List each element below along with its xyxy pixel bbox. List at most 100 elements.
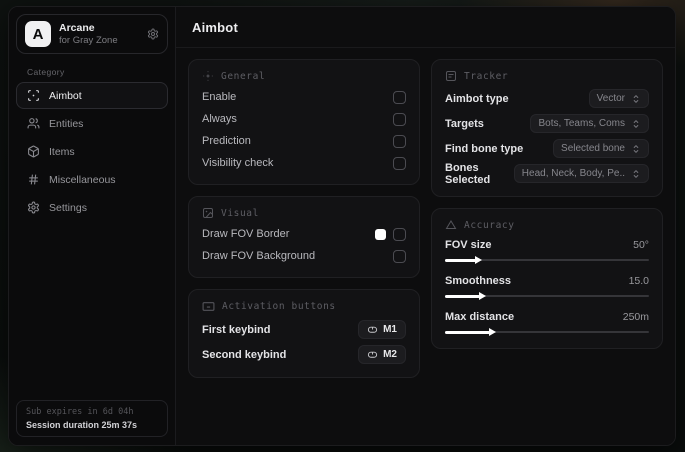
setting-label: Max distance bbox=[445, 311, 515, 323]
second-keybind-button[interactable]: M2 bbox=[358, 345, 406, 364]
setting-label: Always bbox=[202, 113, 237, 125]
chevrons-up-down-icon bbox=[631, 94, 641, 104]
setting-row: Enable bbox=[202, 86, 406, 108]
setting-label: Draw FOV Border bbox=[202, 228, 290, 240]
accuracy-card: Accuracy FOV size 50° Smoothness 15.0 Ma… bbox=[431, 208, 663, 349]
setting-row: Always bbox=[202, 108, 406, 130]
fov-border-color-swatch[interactable] bbox=[375, 228, 386, 240]
keybind-value: M1 bbox=[383, 324, 397, 335]
sidebar-item-label: Aimbot bbox=[49, 89, 82, 102]
setting-label: Enable bbox=[202, 91, 237, 103]
chevrons-up-down-icon bbox=[631, 169, 641, 179]
slider-fill bbox=[445, 256, 482, 264]
triangle-icon bbox=[445, 219, 457, 231]
sidebar-item-settings[interactable]: Settings bbox=[16, 194, 168, 221]
gear-icon bbox=[27, 201, 40, 214]
visual-card: Visual Draw FOV Border Draw FOV Backgrou… bbox=[188, 196, 420, 278]
setting-row: Bones Selected Head, Neck, Body, Pe.. bbox=[445, 161, 649, 186]
sidebar-item-items[interactable]: Items bbox=[16, 138, 168, 165]
setting-label: First keybind bbox=[202, 323, 271, 336]
left-column: General Enable Always Prediction Visibil… bbox=[188, 59, 420, 378]
enable-checkbox[interactable] bbox=[393, 90, 406, 104]
select-value: Vector bbox=[596, 93, 625, 104]
crosshair-scan-icon bbox=[27, 89, 40, 102]
image-icon bbox=[202, 207, 214, 219]
sidebar-item-label: Miscellaneous bbox=[49, 173, 116, 186]
app-subtitle: for Gray Zone bbox=[59, 35, 118, 46]
chevrons-up-down-icon bbox=[631, 119, 641, 129]
category-label: Category bbox=[27, 67, 65, 77]
setting-row: Draw FOV Border bbox=[202, 223, 406, 245]
setting-row: Draw FOV Background bbox=[202, 245, 406, 267]
setting-label: Find bone type bbox=[445, 142, 524, 155]
hash-grid-icon bbox=[27, 173, 40, 186]
users-icon bbox=[27, 117, 40, 130]
content-area: General Enable Always Prediction Visibil… bbox=[176, 48, 675, 389]
setting-row: Second keybind M2 bbox=[202, 342, 406, 367]
section-title: Tracker bbox=[464, 70, 509, 82]
setting-label: Second keybind bbox=[202, 348, 287, 361]
slider-value: 50° bbox=[633, 239, 649, 251]
draw-fov-border-checkbox[interactable] bbox=[393, 227, 406, 241]
fov-size-slider[interactable] bbox=[445, 256, 649, 264]
targets-select[interactable]: Bots, Teams, Coms bbox=[530, 114, 649, 133]
slider-value: 15.0 bbox=[628, 275, 649, 287]
setting-label: Smoothness bbox=[445, 275, 512, 287]
find-bone-type-select[interactable]: Selected bone bbox=[553, 139, 649, 158]
setting-label: Draw FOV Background bbox=[202, 250, 316, 262]
slider-setting: FOV size 50° bbox=[445, 235, 649, 264]
sub-expiry-text: Sub expires in 6d 04h bbox=[26, 407, 134, 417]
page-title: Aimbot bbox=[192, 19, 238, 35]
setting-label: Bones Selected bbox=[445, 161, 491, 186]
mouse-icon bbox=[367, 324, 378, 335]
app-logo: A bbox=[25, 21, 51, 47]
sidebar-nav: Aimbot Entities Items Miscellaneous Sett… bbox=[16, 82, 168, 221]
section-title: Accuracy bbox=[464, 219, 515, 231]
sidebar-item-label: Settings bbox=[49, 201, 87, 214]
setting-label: Targets bbox=[445, 117, 484, 130]
dotted-crosshair-icon bbox=[202, 70, 214, 82]
general-card: General Enable Always Prediction Visibil… bbox=[188, 59, 420, 185]
prediction-checkbox[interactable] bbox=[393, 134, 406, 148]
main-header: Aimbot bbox=[176, 7, 675, 48]
setting-row: First keybind M1 bbox=[202, 317, 406, 342]
tracker-card: Tracker Aimbot type Vector Targets Bots,… bbox=[431, 59, 663, 197]
draw-fov-background-checkbox[interactable] bbox=[393, 249, 406, 263]
brand-card: A Arcane for Gray Zone bbox=[16, 14, 168, 54]
sidebar-item-aimbot[interactable]: Aimbot bbox=[16, 82, 168, 109]
sidebar-item-label: Entities bbox=[49, 117, 84, 130]
aimbot-type-select[interactable]: Vector bbox=[588, 89, 649, 108]
list-box-icon bbox=[445, 70, 457, 82]
sidebar-item-entities[interactable]: Entities bbox=[16, 110, 168, 137]
sidebar-item-miscellaneous[interactable]: Miscellaneous bbox=[16, 166, 168, 193]
slider-setting: Max distance 250m bbox=[445, 307, 649, 336]
select-value: Head, Neck, Body, Pe.. bbox=[521, 168, 625, 179]
session-duration-text: Session duration 25m 37s bbox=[26, 420, 138, 430]
max-distance-slider[interactable] bbox=[445, 328, 649, 336]
setting-label: Prediction bbox=[202, 135, 251, 147]
app-window: A Arcane for Gray Zone Category Aimbot E… bbox=[8, 6, 676, 446]
section-title: Activation buttons bbox=[222, 301, 336, 312]
setting-label: Aimbot type bbox=[445, 92, 509, 105]
first-keybind-button[interactable]: M1 bbox=[358, 320, 406, 339]
setting-row: Aimbot type Vector bbox=[445, 86, 649, 111]
select-value: Selected bone bbox=[561, 143, 625, 154]
visibility-check-checkbox[interactable] bbox=[393, 156, 406, 170]
sidebar: A Arcane for Gray Zone Category Aimbot E… bbox=[9, 7, 176, 445]
slider-value: 250m bbox=[622, 311, 649, 323]
setting-row: Find bone type Selected bone bbox=[445, 136, 649, 161]
gear-icon[interactable] bbox=[147, 28, 159, 40]
slider-fill bbox=[445, 292, 486, 300]
smoothness-slider[interactable] bbox=[445, 292, 649, 300]
setting-row: Targets Bots, Teams, Coms bbox=[445, 111, 649, 136]
setting-row: Visibility check bbox=[202, 152, 406, 174]
bones-selected-select[interactable]: Head, Neck, Body, Pe.. bbox=[513, 164, 649, 183]
section-title: General bbox=[221, 70, 266, 82]
chevrons-up-down-icon bbox=[631, 144, 641, 154]
setting-label: FOV size bbox=[445, 239, 492, 251]
always-checkbox[interactable] bbox=[393, 112, 406, 126]
slider-setting: Smoothness 15.0 bbox=[445, 271, 649, 300]
main-panel: Aimbot General Enable Always Prediction … bbox=[176, 7, 675, 445]
app-name: Arcane bbox=[59, 22, 95, 34]
slider-fill bbox=[445, 328, 496, 336]
